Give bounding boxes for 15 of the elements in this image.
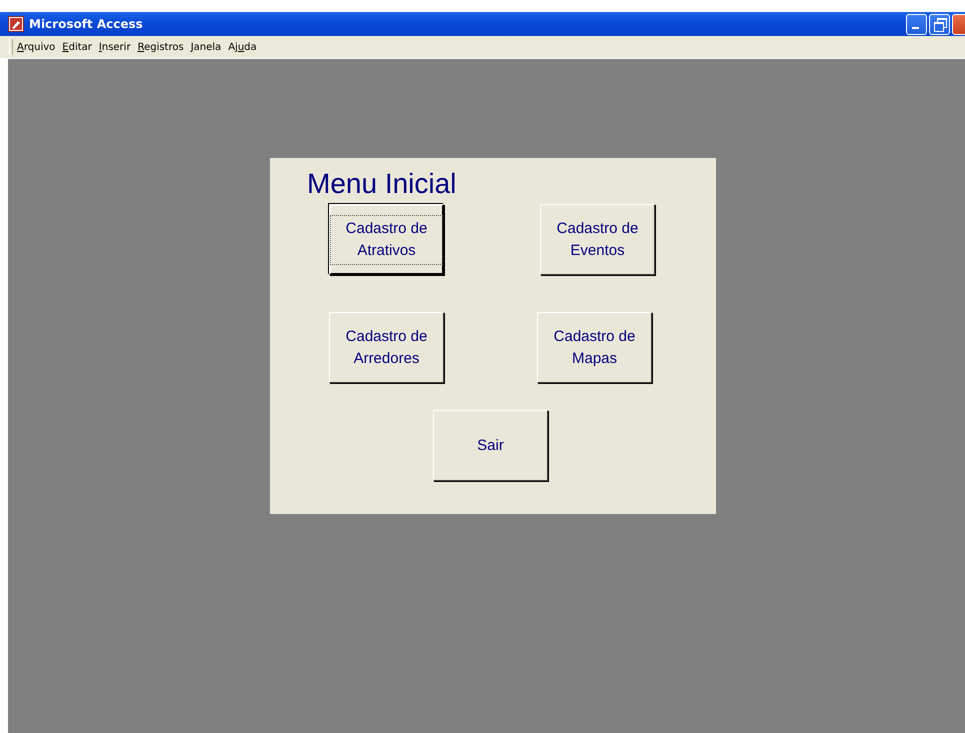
menu-item[interactable]: Ajuda <box>228 42 257 52</box>
menu-button[interactable]: Cadastro de Eventos <box>540 204 655 275</box>
menu-button[interactable]: Cadastro de Mapas <box>537 312 652 383</box>
menu-item[interactable]: Inserir <box>98 42 131 52</box>
menu-button[interactable]: Cadastro de Arredores <box>329 312 444 383</box>
menu-button[interactable]: Sair <box>433 410 548 481</box>
restore-button[interactable] <box>929 14 950 34</box>
menu-item[interactable]: Janela <box>190 42 222 52</box>
menu-button[interactable]: Cadastro de Atrativos <box>329 204 444 275</box>
minimize-button[interactable] <box>906 14 927 34</box>
menu-item[interactable]: Arquivo <box>17 42 56 52</box>
menu-item[interactable]: Editar <box>62 42 92 52</box>
form-title: Menu Inicial <box>307 168 458 200</box>
menu-item[interactable]: Registros <box>138 42 184 52</box>
window-title: Microsoft Access <box>29 17 143 31</box>
